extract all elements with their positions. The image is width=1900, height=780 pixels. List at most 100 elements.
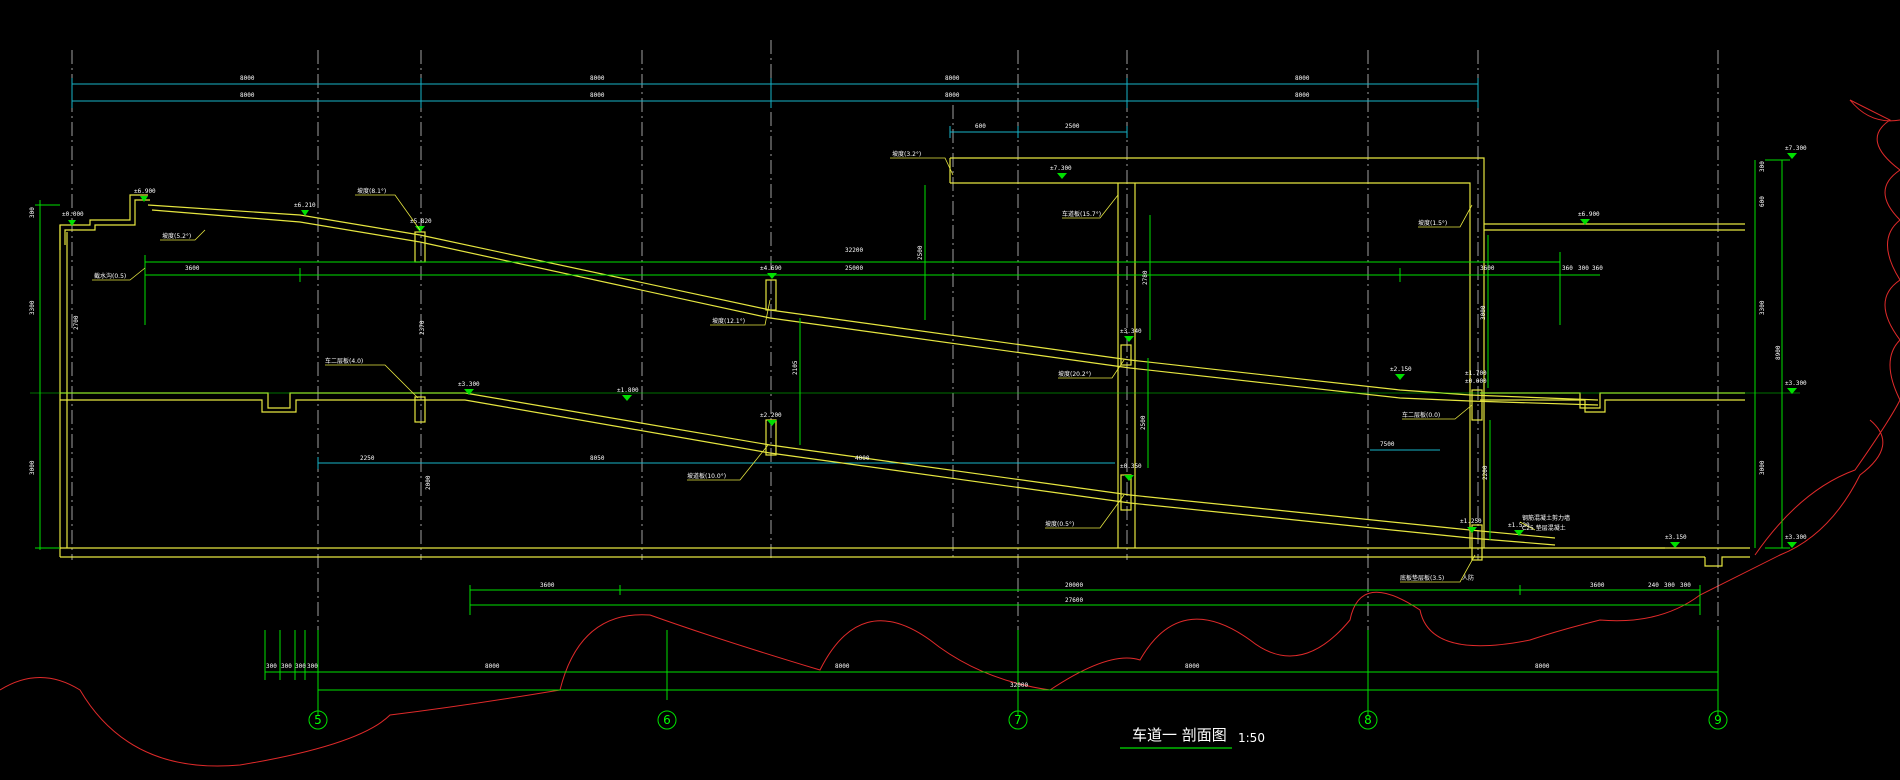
note-slope-a: 坡度(5.2°) [162, 232, 191, 240]
note-wall: 钢筋混凝土剪力墙 [1522, 514, 1570, 522]
level-label: ±6.900 [1578, 211, 1600, 218]
dim-bot1-e: 300 [1664, 582, 1675, 589]
note-civil-defense: 人防 [1462, 574, 1474, 582]
dim-bot1-f: 300 [1680, 582, 1691, 589]
dim-top1-d: 8000 [1295, 75, 1310, 82]
dim-axis-small-c: 300 [295, 663, 306, 670]
note-concrete: C25 垫层混凝土 [1522, 524, 1566, 532]
axis-label: 6 [663, 713, 671, 727]
section-drawing: 8000 8000 8000 8000 8000 8000 8000 8000 … [0, 40, 1900, 767]
vdim-left-c: 3000 [29, 460, 36, 475]
note-slope-e: 坡度(20.2°) [1058, 370, 1091, 378]
dim-bot1-b: 20000 [1065, 582, 1083, 589]
vdim-inner-f: 2500 [1140, 415, 1147, 430]
dim-axis-c: 8000 [1185, 663, 1200, 670]
dim-top2-b: 8000 [590, 92, 605, 99]
dim-bot1-a: 3600 [540, 582, 555, 589]
annotation-leaders [92, 157, 1536, 583]
level-label: ±1.250 [1460, 518, 1482, 525]
dim-axis-a: 8000 [485, 663, 500, 670]
axis-bubble-7: 7 [1008, 710, 1028, 730]
note-ramp-slab-b: 坡道板(10.0°) [687, 472, 726, 480]
level-label: ±2.150 [1390, 366, 1412, 373]
dim-axis-b: 8000 [835, 663, 850, 670]
level-label: ±2.200 [760, 412, 782, 419]
vdim-left-a: 300 [29, 207, 36, 218]
dim-axis-small-b: 300 [281, 663, 292, 670]
level-labels: ±0.000 ±6.900 ±6.210 ±5.820 ±4.690 ±3.34… [62, 145, 1807, 541]
axis-bubble-5: 5 [308, 710, 328, 730]
dim-axis-total: 32000 [1010, 682, 1028, 689]
note-drain: 截水沟(0.5) [94, 272, 126, 280]
note-ramp-slab: 车道板(15.7°) [1062, 210, 1101, 218]
level-label: ±7.300 [1050, 165, 1072, 172]
dim-low-c: 4000 [855, 455, 870, 462]
level-label: ±5.820 [410, 218, 432, 225]
drawing-title: 车道一 剖面图 1:50 [1120, 726, 1265, 749]
dim-top2-c: 8000 [945, 92, 960, 99]
axis-bubbles: 5 6 7 8 9 [308, 710, 1728, 730]
vdim-inner-i: 2200 [1482, 465, 1489, 480]
note-slope-d: 坡度(1.5°) [1418, 219, 1447, 227]
level-label: ±0.000 [1465, 378, 1487, 385]
dim-top1-c: 8000 [945, 75, 960, 82]
axis-label: 8 [1364, 713, 1372, 727]
level-label: ±3.300 [1785, 380, 1807, 387]
level-label: ±3.300 [1785, 534, 1807, 541]
note-floor-2: 车二层板(4.0) [325, 357, 363, 365]
green-dimensions [30, 159, 1800, 715]
dim-mid-f: 300 [1578, 265, 1589, 272]
dim-mid-g: 360 [1592, 265, 1603, 272]
dim-axis-small-a: 300 [266, 663, 277, 670]
dim-top2-a: 8000 [240, 92, 255, 99]
dim-low-a: 2250 [360, 455, 375, 462]
axis-label: 7 [1014, 713, 1022, 727]
note-base-slab: 底板垫层板(3.5) [1400, 574, 1444, 582]
dim-bot1-c: 3600 [1590, 582, 1605, 589]
dim-low-d: 7500 [1380, 441, 1395, 448]
vertical-dimension-labels: 300 3300 3000 300 600 3300 8900 3000 270… [29, 161, 1782, 490]
dim-top1-b: 8000 [590, 75, 605, 82]
axis-label: 9 [1714, 713, 1722, 727]
scale-text: 1:50 [1238, 731, 1265, 745]
vdim-inner-a: 2700 [73, 315, 80, 330]
dim-low-b: 8050 [590, 455, 605, 462]
axis-bubble-9: 9 [1708, 710, 1728, 730]
vdim-left-b: 3300 [29, 300, 36, 315]
level-label: ±1.700 [1465, 370, 1487, 377]
dim-bot1-d: 240 [1648, 582, 1659, 589]
note-slope-g: 坡度(0.5°) [1045, 520, 1074, 528]
vdim-inner-g: 2000 [425, 475, 432, 490]
note-floor-2b: 车二层板(0.0) [1402, 411, 1440, 419]
level-label: ±0.000 [62, 211, 84, 218]
title-text: 车道一 剖面图 [1132, 726, 1227, 744]
dim-mid-b: 3600 [1480, 265, 1495, 272]
axis-bubble-8: 8 [1358, 710, 1378, 730]
level-label: ±0.350 [1120, 463, 1142, 470]
level-label: ±3.340 [1120, 328, 1142, 335]
vdim-right-e: 3000 [1759, 460, 1766, 475]
level-label: ±7.300 [1785, 145, 1807, 152]
dim-upper-a: 600 [975, 123, 986, 130]
axis-bubble-6: 6 [657, 710, 677, 730]
vdim-right-c: 3300 [1759, 300, 1766, 315]
note-slope-c: 坡度(3.2°) [892, 150, 921, 158]
slab-lines [59, 157, 1750, 567]
level-markers [68, 153, 1797, 548]
level-label: ±6.210 [294, 202, 316, 209]
vdim-inner-d: 2105 [792, 360, 799, 375]
vdim-right-b: 600 [1759, 196, 1766, 207]
vdim-right-a: 300 [1759, 161, 1766, 172]
vdim-inner-b: 2370 [419, 320, 426, 335]
dim-top1-a: 8000 [240, 75, 255, 82]
dim-top2-d: 8000 [1295, 92, 1310, 99]
axis-label: 5 [314, 713, 322, 727]
level-label: ±1.800 [617, 387, 639, 394]
note-slope-b: 坡度(8.1°) [357, 187, 386, 195]
level-label: ±3.150 [1665, 534, 1687, 541]
vdim-right-d: 8900 [1775, 345, 1782, 360]
vdim-inner-e: 2780 [1142, 270, 1149, 285]
dim-mid-c: 25000 [845, 265, 863, 272]
dim-mid-a: 3600 [185, 265, 200, 272]
dim-mid-e: 360 [1562, 265, 1573, 272]
